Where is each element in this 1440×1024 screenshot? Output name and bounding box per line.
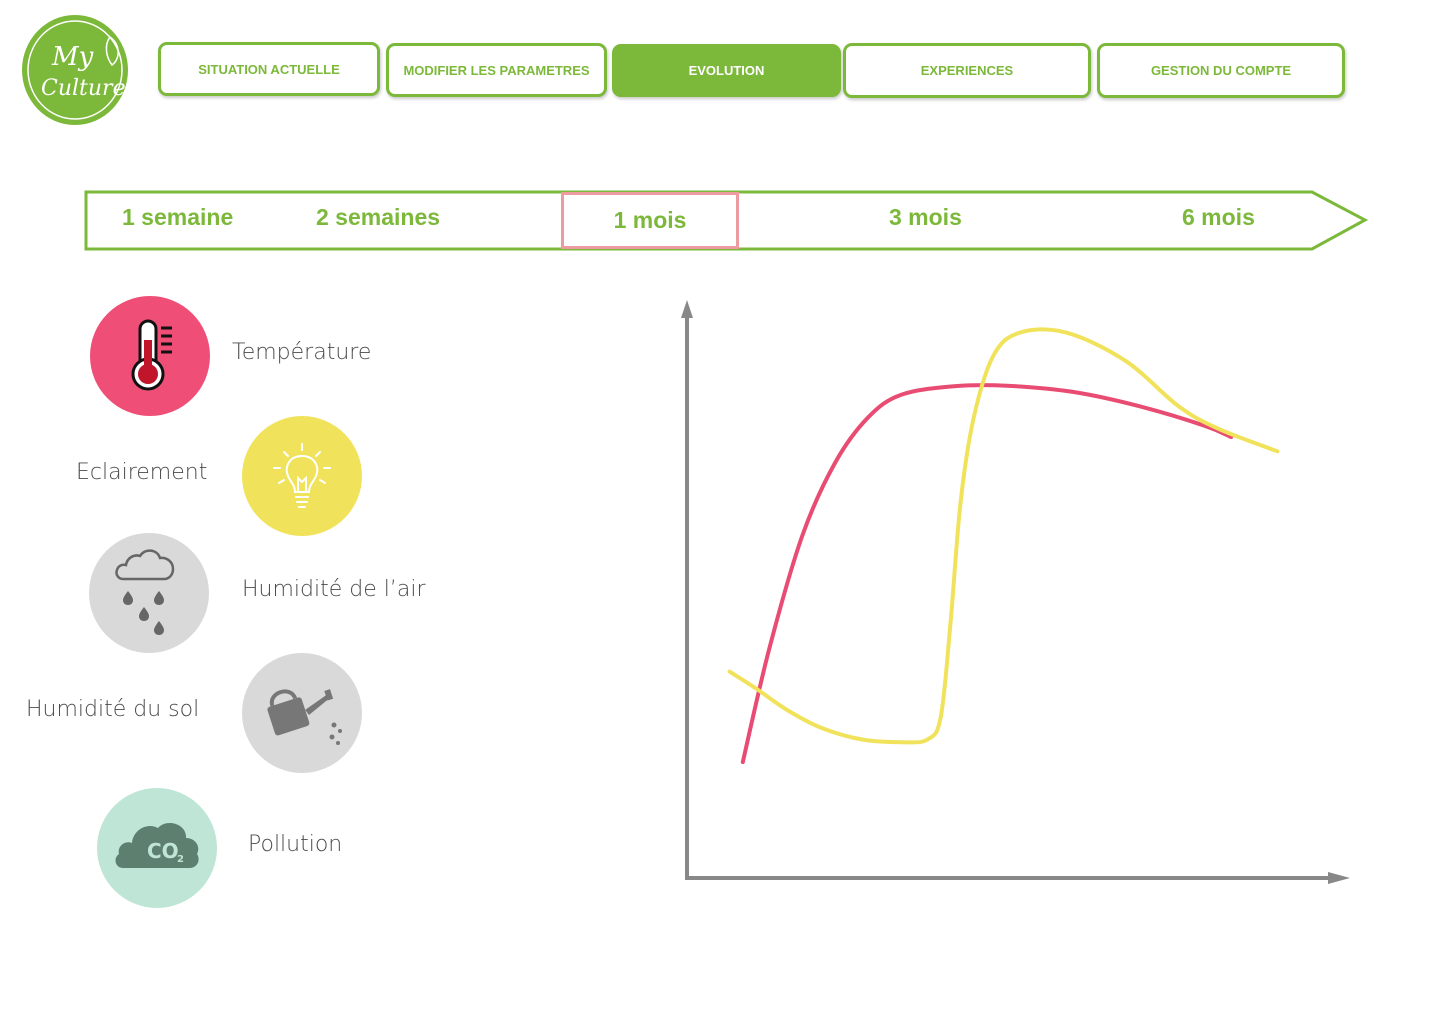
sensor-eclairement[interactable]: [242, 416, 362, 536]
svg-text:CO: CO: [147, 839, 179, 863]
thermometer-icon: [131, 319, 172, 391]
logo-line1: My: [51, 42, 94, 72]
sensor-temperature-label: Température: [232, 340, 372, 365]
x-axis-arrowhead: [1328, 872, 1350, 884]
chart-svg: [681, 300, 1350, 884]
tab-label: MODIFIER LES PARAMETRES: [403, 62, 590, 78]
period-1-mois-label: 1 mois: [613, 207, 687, 233]
rain-cloud-icon: [115, 549, 175, 635]
period-1-mois-selected[interactable]: 1 mois: [561, 192, 739, 249]
tab-gestion-du-compte[interactable]: GESTION DU COMPTE: [1097, 43, 1345, 98]
sensor-pollution[interactable]: CO 2: [97, 788, 217, 908]
watering-can-icon: [267, 689, 342, 745]
tab-label: EXPERIENCES: [920, 63, 1014, 78]
tab-label: SITUATION ACTUELLE: [198, 61, 340, 77]
sensor-humidite-air[interactable]: [89, 533, 209, 653]
logo-badge-icon: My Culture: [22, 15, 128, 125]
sensor-humidite-air-label: Humidité de l’air: [242, 577, 426, 602]
sensor-humidite-sol-label: Humidité du sol: [26, 697, 200, 722]
logo-line2: Culture: [41, 76, 126, 101]
sensor-humidite-sol[interactable]: [242, 653, 362, 773]
tab-label: EVOLUTION: [688, 63, 765, 78]
series-line-2: [727, 327, 1280, 745]
tab-label: GESTION DU COMPTE: [1150, 63, 1292, 78]
tab-situation-actuelle[interactable]: SITUATION ACTUELLE: [158, 42, 380, 96]
sensor-temperature[interactable]: [90, 296, 210, 416]
series-line-1: [740, 383, 1234, 764]
period-1-semaine[interactable]: 1 semaine: [122, 204, 233, 231]
tab-experiences[interactable]: EXPERIENCES: [843, 43, 1091, 98]
tab-modifier-les-parametres[interactable]: MODIFIER LES PARAMETRES: [386, 43, 607, 97]
period-3-mois[interactable]: 3 mois: [889, 204, 962, 231]
co2-cloud-icon: CO 2: [115, 823, 199, 868]
sensor-eclairement-label: Eclairement: [76, 460, 208, 485]
lightbulb-icon: [273, 443, 331, 508]
period-6-mois[interactable]: 6 mois: [1182, 204, 1255, 231]
svg-text:2: 2: [177, 854, 184, 865]
sensor-pollution-label: Pollution: [248, 832, 343, 857]
y-axis-arrowhead: [681, 300, 693, 318]
evolution-line-chart: [660, 290, 1380, 900]
tab-evolution[interactable]: EVOLUTION: [612, 44, 841, 97]
period-2-semaines[interactable]: 2 semaines: [316, 204, 440, 231]
my-culture-logo[interactable]: My Culture: [22, 15, 128, 125]
